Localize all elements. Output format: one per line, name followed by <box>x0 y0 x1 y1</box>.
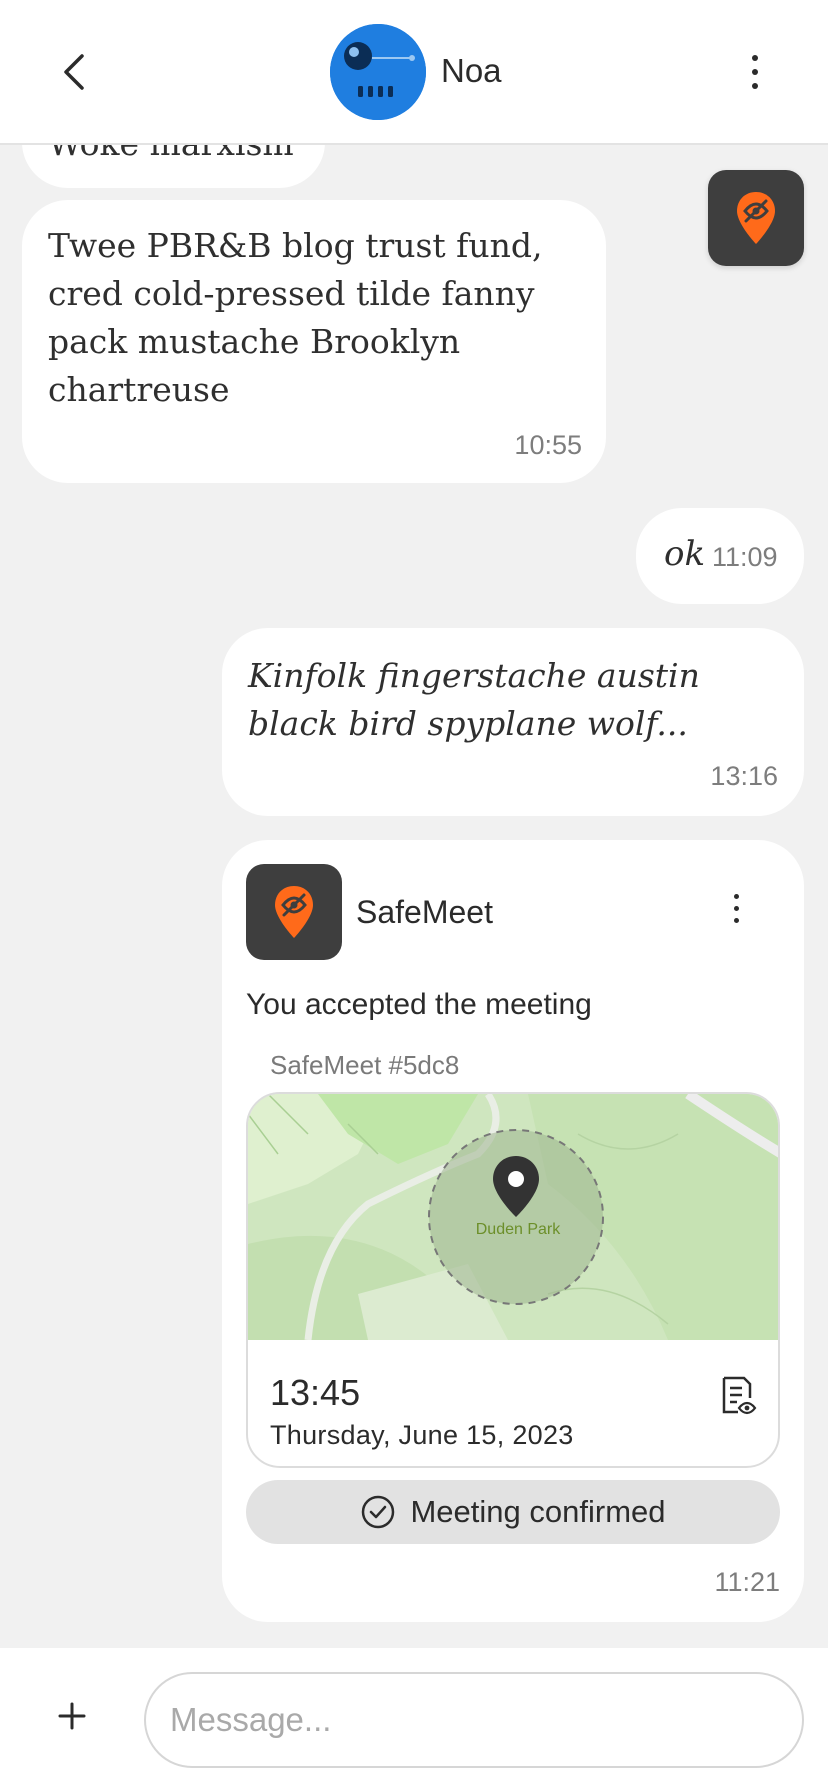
app-name: SafeMeet <box>356 894 493 930</box>
add-attachment-button[interactable] <box>52 1696 92 1736</box>
meeting-confirmed-badge: Meeting confirmed <box>246 1480 780 1544</box>
safemeet-button[interactable] <box>708 170 804 266</box>
plus-icon <box>58 1702 86 1730</box>
chat-header: Noa <box>0 0 828 145</box>
more-vertical-icon <box>718 892 754 923</box>
message-time: 11:21 <box>714 1567 780 1597</box>
more-vertical-icon <box>738 48 772 89</box>
message-bubble-incoming[interactable]: Twee PBR&B blog trust fund, cred cold-pr… <box>22 200 606 483</box>
message-input[interactable] <box>144 1672 804 1768</box>
back-button[interactable] <box>52 48 100 96</box>
document-view-icon <box>722 1376 757 1415</box>
map-preview[interactable]: Duden Park <box>248 1094 780 1340</box>
message-text: Kinfolk fingerstache austin black bird s… <box>248 656 700 743</box>
meeting-confirmed-label: Meeting confirmed <box>410 1494 666 1529</box>
message-text: ok <box>664 534 706 574</box>
message-composer <box>0 1648 828 1792</box>
meeting-menu-button[interactable] <box>718 892 754 932</box>
message-time: 13:16 <box>710 761 778 791</box>
meeting-status-text: You accepted the meeting <box>246 988 592 1021</box>
chat-thread: Woke marxism Twee PBR&B blog trust fund,… <box>0 0 828 1648</box>
message-time: 10:55 <box>514 430 582 460</box>
message-time: 11:09 <box>712 542 778 572</box>
message-bubble-outgoing[interactable]: Kinfolk fingerstache austin black bird s… <box>222 628 804 816</box>
meeting-id: SafeMeet #5dc8 <box>270 1050 460 1080</box>
check-circle-icon <box>362 1495 395 1529</box>
robot-avatar-icon <box>330 24 426 120</box>
contact-name[interactable]: Noa <box>441 52 502 90</box>
meeting-date: Thursday, June 15, 2023 <box>270 1420 574 1450</box>
meeting-card[interactable]: Duden Park 13:45 Thursday, June 15, 2023 <box>246 1092 780 1468</box>
message-text: Twee PBR&B blog trust fund, cred cold-pr… <box>48 226 543 409</box>
meeting-message-bubble[interactable]: SafeMeet You accepted the meeting SafeMe… <box>222 840 804 1622</box>
chevron-left-icon <box>64 54 84 90</box>
meeting-time: 13:45 <box>270 1372 361 1413</box>
message-bubble-outgoing[interactable]: ok 11:09 <box>636 508 804 604</box>
map-place-label: Duden Park <box>476 1221 561 1238</box>
safemeet-logo-icon <box>737 192 775 244</box>
chat-menu-button[interactable] <box>738 48 772 96</box>
avatar[interactable] <box>330 24 426 120</box>
safemeet-logo-icon <box>246 864 342 960</box>
view-details-button[interactable] <box>718 1374 758 1418</box>
